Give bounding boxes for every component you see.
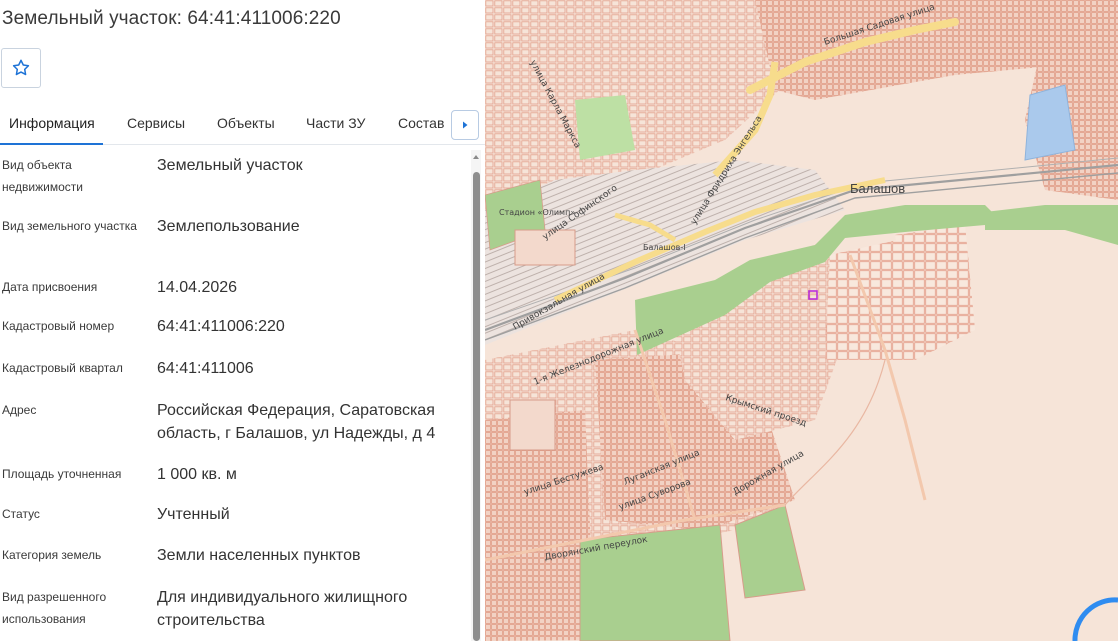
scroll-up-arrow-icon[interactable] xyxy=(471,152,481,162)
property-label: Вид объекта недвижимости xyxy=(2,158,83,194)
chevron-right-icon xyxy=(463,121,468,129)
property-label: Кадастровый квартал xyxy=(2,361,123,375)
tab-composition[interactable]: Состав xyxy=(398,115,444,131)
property-label: Площадь уточненная xyxy=(2,467,122,481)
property-label: Адрес xyxy=(2,403,37,417)
property-label: Вид разрешенного использования xyxy=(2,590,107,626)
property-label: Категория земель xyxy=(2,548,102,562)
property-value: Земельный участок xyxy=(157,157,303,174)
map-view[interactable]: улица Карла Маркса Большая Садовая улица… xyxy=(485,0,1118,641)
property-label: Кадастровый номер xyxy=(2,319,115,333)
tab-parts[interactable]: Части ЗУ xyxy=(306,115,365,131)
tab-information[interactable]: Информация xyxy=(9,115,95,131)
property-value: 64:41:411006:220 xyxy=(157,318,285,335)
property-value: Земли населенных пунктов xyxy=(157,547,361,564)
property-value: 1 000 кв. м xyxy=(157,466,237,483)
map-stadium-label: Стадион «Олимп» xyxy=(499,208,575,217)
properties-list: Вид объекта недвижимости Земельный участ… xyxy=(0,145,470,641)
tab-bar: Информация Сервисы Объекты Части ЗУ Сост… xyxy=(0,103,485,145)
tab-objects[interactable]: Объекты xyxy=(217,115,275,131)
tabs-scroll-right-button[interactable] xyxy=(451,110,479,140)
property-value: Для индивидуального жилищного строительс… xyxy=(157,589,408,629)
property-label: Вид земельного участка xyxy=(2,219,137,233)
tab-services[interactable]: Сервисы xyxy=(127,115,185,131)
star-icon xyxy=(12,59,30,76)
property-label: Дата присвоения xyxy=(2,280,98,294)
page-title: Земельный участок: 64:41:411006:220 xyxy=(2,8,341,29)
property-value: Землепользование xyxy=(157,218,300,235)
property-value: 64:41:411006 xyxy=(157,360,254,377)
map-station-label: Балашов-I xyxy=(643,243,686,252)
map-city-label: Балашов xyxy=(850,181,906,196)
property-label: Статус xyxy=(2,507,40,521)
map-canvas[interactable]: улица Карла Маркса Большая Садовая улица… xyxy=(485,0,1118,641)
property-value: Учтенный xyxy=(157,506,230,523)
info-panel: Земельный участок: 64:41:411006:220 Инфо… xyxy=(0,0,485,641)
scrollbar-thumb[interactable] xyxy=(473,172,480,641)
property-value: Российская Федерация, Саратовская област… xyxy=(157,402,436,442)
favorite-button[interactable] xyxy=(1,48,41,88)
property-value: 14.04.2026 xyxy=(157,279,238,296)
